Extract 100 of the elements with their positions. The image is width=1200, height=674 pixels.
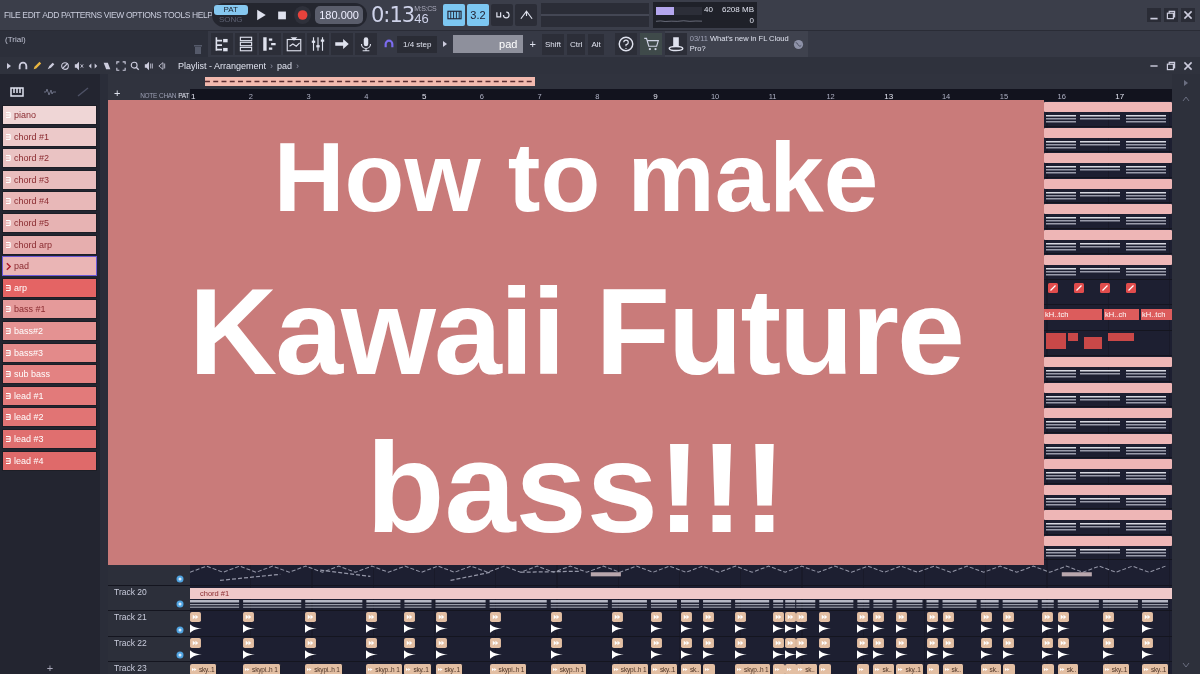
audio-clip[interactable] [305,612,317,622]
pattern-clip[interactable] [1044,510,1172,520]
track-name[interactable]: Track 21 [114,612,147,622]
snap-selector[interactable]: 1/4 step [397,35,438,53]
audio-clip[interactable] [980,637,992,648]
globe-icon[interactable] [792,38,804,50]
audio-clip[interactable] [703,612,715,622]
audio-clip[interactable] [819,664,832,674]
menu-item[interactable]: PATTERNS [60,10,102,20]
audio-clip[interactable] [681,612,692,622]
microphone-icon[interactable] [355,33,377,55]
delete-icon[interactable] [60,60,70,71]
audio-clip[interactable] [650,612,662,622]
modifier-key[interactable]: Ctrl [566,33,586,55]
pattern-clip[interactable] [1044,357,1172,367]
audio-clip[interactable] [785,664,798,674]
track-led-icon[interactable] [176,651,184,659]
audio-clip[interactable] [404,637,416,648]
pattern-clip[interactable] [1044,127,1172,138]
pencil-icon[interactable] [32,60,42,71]
pattern-clip[interactable] [1044,153,1172,163]
brush-icon[interactable] [46,60,56,71]
audio-clip[interactable] [896,612,908,622]
audio-clip[interactable] [650,637,662,648]
audio-clip[interactable] [773,612,785,622]
audio-clip[interactable] [1057,612,1069,622]
pattern-item[interactable]: chord arp [2,234,97,255]
menu-item[interactable]: FILE [4,10,21,20]
track-name[interactable]: Track 22 [114,637,147,648]
pattern-item[interactable]: bass #1 [2,299,97,320]
close-icon[interactable] [1181,8,1195,22]
audio-clip[interactable] [550,637,562,648]
pattern-clip[interactable] [1044,408,1172,418]
audio-clip[interactable] [926,612,938,622]
audio-clip[interactable] [489,612,501,622]
loop-button[interactable] [491,4,513,26]
piano-roll-icon[interactable] [259,33,281,55]
audio-clip[interactable] [942,637,954,648]
playback-icon[interactable] [144,60,154,71]
display-button[interactable]: 3.2 [467,4,489,26]
pattern-clip[interactable] [1044,484,1172,495]
automation-clip[interactable] [1126,282,1136,293]
audio-clip[interactable] [1041,664,1054,674]
audio-clip[interactable] [942,612,954,622]
pattern-clip[interactable] [1044,459,1172,469]
audio-clip[interactable] [773,664,786,674]
audio-clip[interactable] [926,637,938,648]
audio-clip[interactable] [857,612,869,622]
pattern-clip[interactable] [1044,178,1172,189]
overview-strip[interactable] [205,77,535,86]
track-led-icon[interactable] [176,574,184,583]
audio-clip[interactable] [190,612,201,622]
menu-item[interactable]: EDIT [22,10,41,20]
automation-clip[interactable] [1100,282,1110,293]
automation-clip[interactable] [1048,282,1058,293]
audio-clip[interactable] [796,637,808,648]
speaker-icon[interactable] [158,60,168,71]
pattern-item[interactable]: chord #4 [2,191,97,212]
audio-clip[interactable] [435,637,447,648]
audio-clip[interactable] [435,612,447,622]
add-track-button[interactable]: + [114,87,121,99]
modifier-key[interactable]: Shift [541,33,564,55]
pattern-item[interactable]: chord #2 [2,148,97,169]
metronome-button[interactable] [515,4,537,26]
slice-icon[interactable] [102,60,112,71]
audio-clip[interactable] [1141,637,1153,648]
audio-clip[interactable] [190,637,201,648]
audio-clip[interactable] [489,637,501,648]
menu-item[interactable]: VIEW [103,10,124,20]
playlist-icon[interactable] [283,33,305,55]
magnet-icon[interactable] [18,60,28,71]
audio-clip[interactable] [243,612,255,622]
audio-clip[interactable] [873,637,885,648]
audio-clip[interactable] [1041,637,1053,648]
audio-clip[interactable] [1002,612,1014,622]
menu-item[interactable]: ADD [42,10,59,20]
pattern-clip[interactable] [1044,535,1172,546]
pattern-item[interactable]: piano [2,105,97,125]
keyboard-button[interactable] [443,4,465,26]
audio-clip[interactable] [681,637,692,648]
track-name[interactable]: Track 20 [114,586,147,597]
add-pattern-button[interactable]: + [526,38,539,50]
audio-clip[interactable] [550,612,562,622]
pattern-clip[interactable] [1044,433,1172,444]
track-led-icon[interactable] [176,600,184,608]
add-pattern-button[interactable]: + [42,662,58,674]
modifier-key[interactable]: Alt [588,33,604,55]
select-icon[interactable] [116,60,126,71]
zoom-icon[interactable] [130,60,140,71]
audio-clip[interactable] [873,612,885,622]
audio-clip[interactable] [1002,637,1014,648]
mode-toggle[interactable]: PAT [214,5,248,15]
audio-clip[interactable] [611,612,623,622]
audio-clip[interactable] [243,637,255,648]
audio-clip[interactable] [1041,612,1053,622]
audio-clip[interactable] [785,637,797,648]
tempo-field[interactable]: 180.000 [315,6,363,24]
piano-icon[interactable] [9,86,24,98]
mixer-icon[interactable] [307,33,329,55]
audio-clip[interactable] [703,664,716,674]
